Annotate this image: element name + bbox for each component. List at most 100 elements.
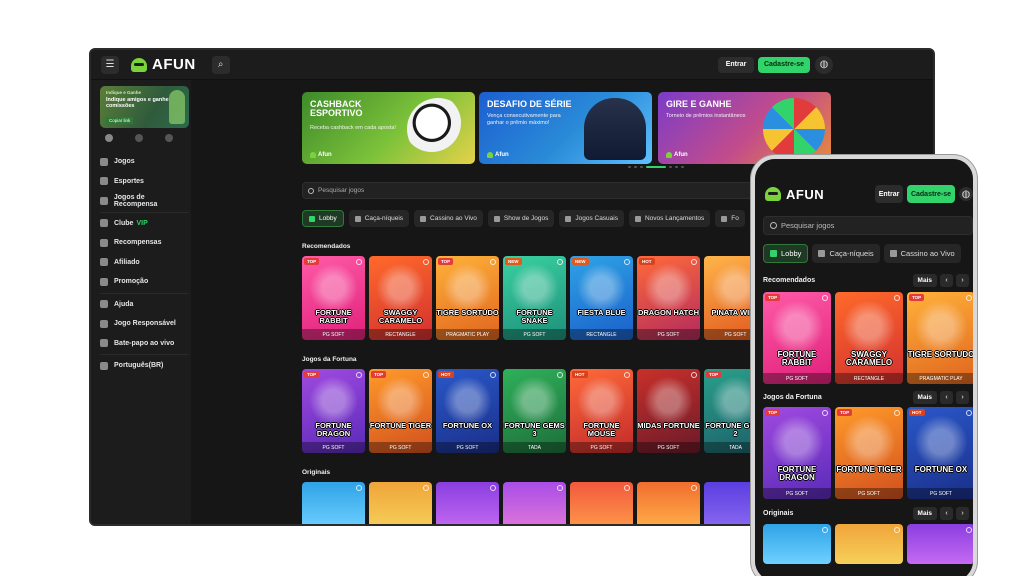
original-game-aviator[interactable] [763, 524, 831, 564]
arrow-right-icon[interactable]: › [956, 390, 969, 404]
original-game-dice[interactable] [503, 482, 566, 524]
arrow-left-icon[interactable]: ‹ [940, 273, 953, 287]
tab-cassino-ao-vivo[interactable]: Cassino ao Vivo [883, 244, 961, 263]
tab-show-de-jogos[interactable]: Show de Jogos [487, 210, 555, 227]
tab-lobby[interactable]: Lobby [763, 244, 809, 263]
info-icon[interactable] [894, 410, 900, 416]
info-icon[interactable] [822, 295, 828, 301]
signup-button[interactable]: Cadastre-se [907, 185, 955, 203]
sidebar-item-jogo-responsavel[interactable]: Jogo Responsável [100, 314, 189, 334]
more-button[interactable]: Mais [912, 390, 937, 404]
game-card[interactable]: TOP FORTUNE TIGER PG SOFT [369, 369, 432, 453]
star-icon[interactable] [165, 134, 173, 142]
game-card[interactable]: NEW FORTUNE SNAKE PG SOFT [503, 256, 566, 340]
game-card[interactable]: HOT FORTUNE MOUSE PG SOFT [570, 369, 633, 453]
game-card[interactable]: TOP FORTUNE DRAGON PG SOFT [763, 407, 831, 499]
sidebar-item-language[interactable]: Português(BR) [100, 356, 189, 376]
game-card[interactable]: NEW FIESTA BLUE RECTANGLE [570, 256, 633, 340]
game-card[interactable]: TOP FORTUNE RABBIT PG SOFT [763, 292, 831, 384]
game-card[interactable]: MIDAS FORTUNE PG SOFT [637, 369, 700, 453]
sidebar-item-jogos[interactable]: Jogos [100, 152, 189, 172]
arrow-right-icon[interactable]: › [956, 506, 969, 520]
info-icon[interactable] [624, 372, 630, 378]
search-input[interactable]: Pesquisar jogos [763, 216, 973, 235]
info-icon[interactable] [691, 259, 697, 265]
original-game-ball[interactable] [907, 524, 973, 564]
carousel-dot[interactable] [675, 166, 678, 168]
original-game-panda[interactable] [637, 482, 700, 524]
brand-logo[interactable]: AFUN [765, 187, 824, 202]
carousel-dot[interactable] [669, 166, 672, 168]
original-game-rocket[interactable] [570, 482, 633, 524]
brand-logo[interactable]: AFUN [131, 56, 196, 73]
info-icon[interactable] [894, 295, 900, 301]
info-icon[interactable] [356, 259, 362, 265]
game-card[interactable]: HOT DRAGON HATCH PG SOFT [637, 256, 700, 340]
sidebar-item-promocao[interactable]: Promoção [100, 272, 189, 292]
sidebar-item-ajuda[interactable]: Ajuda [100, 295, 189, 315]
info-icon[interactable] [966, 295, 972, 301]
banner-cashback[interactable]: CASHBACK ESPORTIVO Receba cashback em ca… [302, 92, 475, 164]
info-icon[interactable] [490, 259, 496, 265]
game-card[interactable]: TOP TIGRE SORTUDO PRAGMATIC PLAY [436, 256, 499, 340]
info-icon[interactable] [624, 259, 630, 265]
tab-more[interactable]: Fo [715, 210, 745, 227]
banner-gire[interactable]: GIRE E GANHE Torneio de prêmios instantâ… [658, 92, 831, 164]
tab-cassino-ao-vivo[interactable]: Cassino ao Vivo [414, 210, 483, 227]
referral-promo[interactable]: Indique e Ganhe Indique amigos e ganhe c… [100, 86, 189, 128]
language-globe-icon[interactable]: ◍ [959, 187, 973, 201]
menu-toggle-icon[interactable]: ☰ [101, 55, 119, 74]
carousel-dot[interactable] [640, 166, 643, 168]
info-icon[interactable] [423, 259, 429, 265]
original-game-aviator[interactable] [302, 482, 365, 524]
info-icon[interactable] [423, 372, 429, 378]
login-button[interactable]: Entrar [718, 56, 754, 73]
info-icon[interactable] [490, 372, 496, 378]
game-card[interactable]: FORTUNE GEMS 3 TADA [503, 369, 566, 453]
sidebar-item-jogos-recompensa[interactable]: Jogos de Recompensa [100, 191, 189, 211]
casino-chip-icon[interactable] [105, 134, 113, 142]
sidebar-item-bate-papo[interactable]: Bate-papo ao vivo [100, 334, 189, 354]
tab-jogos-casuais[interactable]: Jogos Casuais [559, 210, 624, 227]
copy-link-button[interactable]: Copiar link [106, 117, 134, 124]
tab-caca-niqueis[interactable]: Caça-níqueis [812, 244, 880, 263]
original-game-bomb[interactable] [835, 524, 903, 564]
info-icon[interactable] [557, 372, 563, 378]
sports-icon[interactable] [135, 134, 143, 142]
original-game-bomb[interactable] [369, 482, 432, 524]
carousel-dot[interactable] [634, 166, 637, 168]
original-game-ball[interactable] [436, 482, 499, 524]
game-card[interactable]: TOP FORTUNE TIGER PG SOFT [835, 407, 903, 499]
tab-lobby[interactable]: Lobby [302, 210, 344, 227]
info-icon[interactable] [557, 259, 563, 265]
more-button[interactable]: Mais [912, 506, 937, 520]
info-icon[interactable] [356, 372, 362, 378]
arrow-left-icon[interactable]: ‹ [940, 506, 953, 520]
carousel-dot-active[interactable] [646, 166, 666, 168]
game-card[interactable]: TOP TIGRE SORTUDO PRAGMATIC PLAY [907, 292, 973, 384]
game-card[interactable]: HOT FORTUNE OX PG SOFT [907, 407, 973, 499]
banner-desafio[interactable]: DESAFIO DE SÉRIE Vença consecutivamente … [479, 92, 652, 164]
login-button[interactable]: Entrar [875, 185, 903, 203]
arrow-right-icon[interactable]: › [956, 273, 969, 287]
arrow-left-icon[interactable]: ‹ [940, 390, 953, 404]
game-card[interactable]: SWAGGY CARAMELO RECTANGLE [835, 292, 903, 384]
signup-button[interactable]: Cadastre-se [758, 56, 810, 73]
language-globe-icon[interactable]: ◍ [815, 55, 833, 74]
carousel-dot[interactable] [628, 166, 631, 168]
sidebar-item-recompensas[interactable]: Recompensas [100, 233, 189, 253]
sidebar-item-esportes[interactable]: Esportes [100, 172, 189, 192]
carousel-dot[interactable] [681, 166, 684, 168]
carousel-dots[interactable] [628, 166, 684, 168]
sidebar-item-afiliado[interactable]: Afiliado [100, 253, 189, 273]
sidebar-item-clube-vip[interactable]: Clube VIP [100, 214, 189, 234]
game-card[interactable]: HOT FORTUNE OX PG SOFT [436, 369, 499, 453]
info-icon[interactable] [822, 410, 828, 416]
game-card[interactable]: SWAGGY CARAMELO RECTANGLE [369, 256, 432, 340]
game-card[interactable]: TOP FORTUNE DRAGON PG SOFT [302, 369, 365, 453]
more-button[interactable]: Mais [912, 273, 937, 287]
info-icon[interactable] [691, 372, 697, 378]
tab-caca-niqueis[interactable]: Caça-níqueis [348, 210, 410, 227]
search-icon[interactable]: ⌕ [211, 55, 230, 74]
game-card[interactable]: TOP FORTUNE RABBIT PG SOFT [302, 256, 365, 340]
